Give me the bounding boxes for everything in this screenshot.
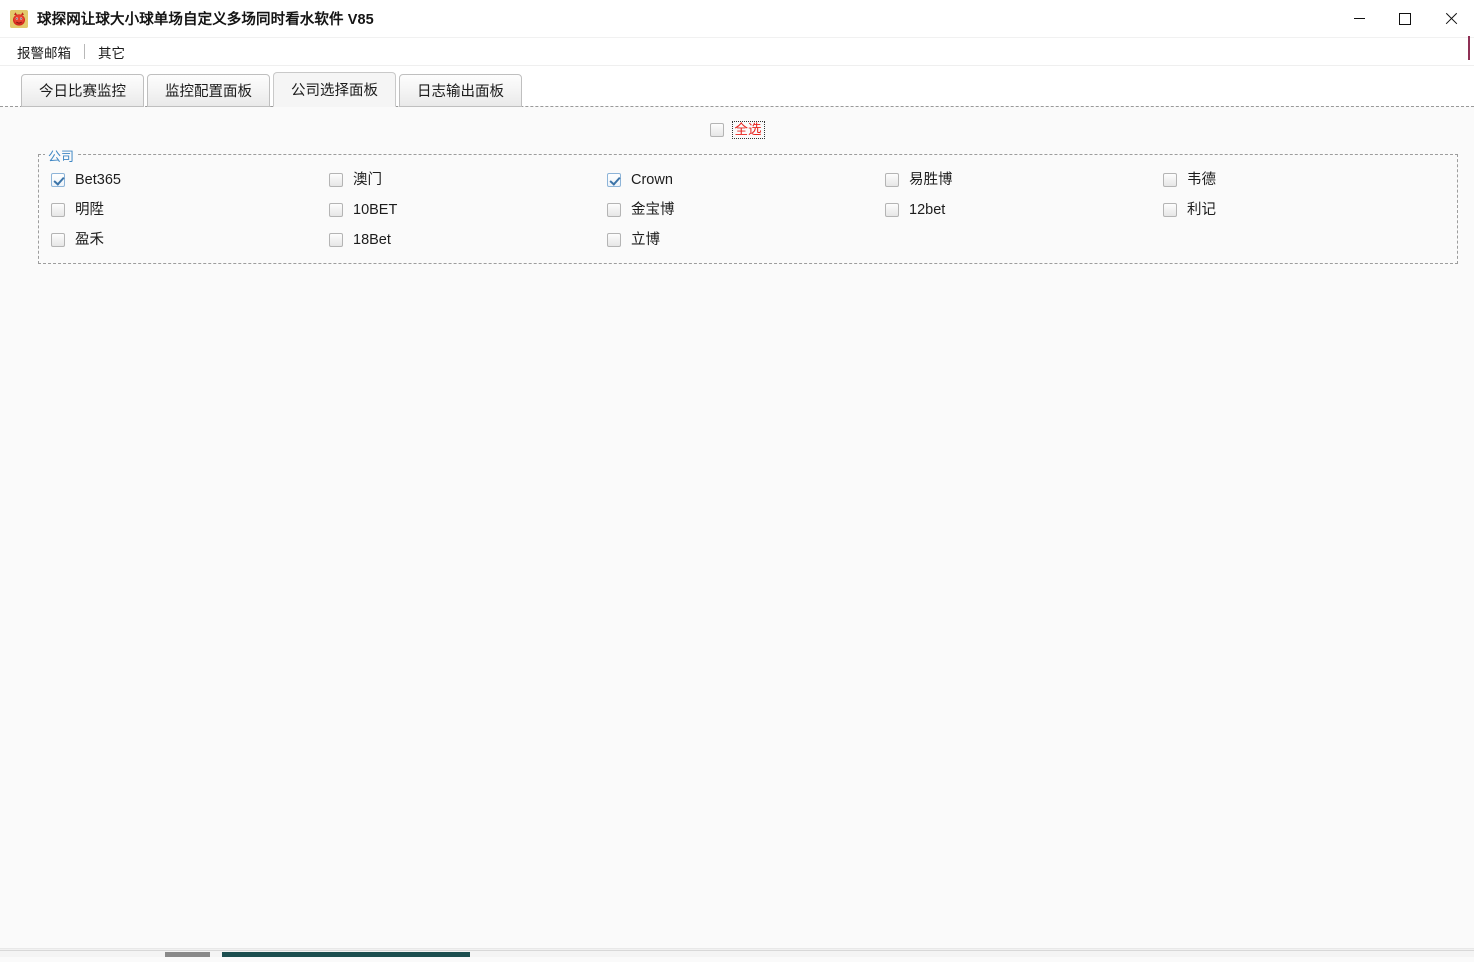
company-label-crown: Crown [631, 171, 673, 189]
company-checkbox-12bet[interactable]: 12bet [885, 201, 1163, 219]
company-grid-spacer-2 [1163, 231, 1441, 249]
company-checkbox-liji[interactable]: 利记 [1163, 201, 1441, 219]
checkbox-liji[interactable] [1163, 203, 1177, 217]
checkbox-libo[interactable] [607, 233, 621, 247]
menu-item-alert-mailbox[interactable]: 报警邮箱 [10, 39, 78, 65]
checkbox-yinghe[interactable] [51, 233, 65, 247]
company-label-libo: 立博 [631, 231, 660, 249]
company-checkbox-yishengbo[interactable]: 易胜博 [885, 171, 1163, 189]
checkbox-12bet[interactable] [885, 203, 899, 217]
company-checkbox-mingsheng[interactable]: 明陞 [51, 201, 329, 219]
tab-today-match-monitor[interactable]: 今日比赛监控 [21, 74, 144, 107]
select-all-checkbox[interactable] [710, 123, 724, 137]
select-all-row: 全选 [0, 107, 1474, 139]
checkbox-bet365[interactable] [51, 173, 65, 187]
devil-mascot-icon [10, 10, 28, 28]
tab-strip: 今日比赛监控 监控配置面板 公司选择面板 日志输出面板 [21, 72, 1474, 107]
company-checkbox-grid: Bet365 澳门 Crown 易胜博 [39, 171, 1457, 249]
company-label-bet365: Bet365 [75, 171, 121, 189]
maximize-icon[interactable] [1382, 0, 1428, 37]
window-controls [1336, 0, 1474, 37]
company-checkbox-yinghe[interactable]: 盈禾 [51, 231, 329, 249]
checkbox-jinbaobo[interactable] [607, 203, 621, 217]
checkbox-18bet[interactable] [329, 233, 343, 247]
company-checkbox-bet365[interactable]: Bet365 [51, 171, 329, 189]
checkbox-yishengbo[interactable] [885, 173, 899, 187]
close-icon[interactable] [1428, 0, 1474, 37]
taskbar-chip-1[interactable] [165, 952, 210, 957]
checkbox-10bet[interactable] [329, 203, 343, 217]
tab-log-output-panel[interactable]: 日志输出面板 [399, 74, 522, 107]
menu-divider [84, 44, 85, 59]
menu-item-other[interactable]: 其它 [91, 39, 132, 65]
window-title: 球探网让球大小球单场自定义多场同时看水软件 V85 [37, 8, 374, 29]
company-checkbox-aomen[interactable]: 澳门 [329, 171, 607, 189]
company-group-box: 公司 Bet365 澳门 Crown [38, 154, 1458, 264]
checkbox-crown[interactable] [607, 173, 621, 187]
minimize-icon[interactable] [1336, 0, 1382, 37]
company-grid-spacer-1 [885, 231, 1163, 249]
title-bar: 球探网让球大小球单场自定义多场同时看水软件 V85 [0, 0, 1474, 38]
company-group-title: 公司 [45, 146, 77, 165]
menu-bar: 报警邮箱 其它 [0, 38, 1474, 66]
tab-panel-company-selection: 全选 公司 Bet365 澳门 Crown [0, 106, 1474, 962]
tab-monitor-config-panel[interactable]: 监控配置面板 [147, 74, 270, 107]
checkbox-weide[interactable] [1163, 173, 1177, 187]
company-label-yishengbo: 易胜博 [909, 171, 953, 189]
checkbox-mingsheng[interactable] [51, 203, 65, 217]
window-edge-marker [1468, 36, 1470, 60]
company-checkbox-crown[interactable]: Crown [607, 171, 885, 189]
tab-strip-container: 今日比赛监控 监控配置面板 公司选择面板 日志输出面板 [0, 66, 1474, 107]
desktop-taskbar [0, 950, 1474, 957]
company-label-18bet: 18Bet [353, 231, 391, 249]
company-checkbox-18bet[interactable]: 18Bet [329, 231, 607, 249]
company-checkbox-weide[interactable]: 韦德 [1163, 171, 1441, 189]
company-label-aomen: 澳门 [353, 171, 382, 189]
select-all-label[interactable]: 全选 [732, 121, 765, 139]
application-window: 球探网让球大小球单场自定义多场同时看水软件 V85 报警邮箱 其它 今日比赛监控… [0, 0, 1474, 951]
company-label-yinghe: 盈禾 [75, 231, 104, 249]
taskbar-chip-2[interactable] [222, 952, 470, 957]
company-label-jinbaobo: 金宝博 [631, 201, 675, 219]
tab-company-selection-panel[interactable]: 公司选择面板 [273, 72, 396, 107]
company-label-12bet: 12bet [909, 201, 945, 219]
company-label-mingsheng: 明陞 [75, 201, 104, 219]
checkbox-aomen[interactable] [329, 173, 343, 187]
company-checkbox-libo[interactable]: 立博 [607, 231, 885, 249]
company-label-weide: 韦德 [1187, 171, 1216, 189]
company-label-10bet: 10BET [353, 201, 397, 219]
company-label-liji: 利记 [1187, 201, 1216, 219]
company-checkbox-10bet[interactable]: 10BET [329, 201, 607, 219]
company-checkbox-jinbaobo[interactable]: 金宝博 [607, 201, 885, 219]
